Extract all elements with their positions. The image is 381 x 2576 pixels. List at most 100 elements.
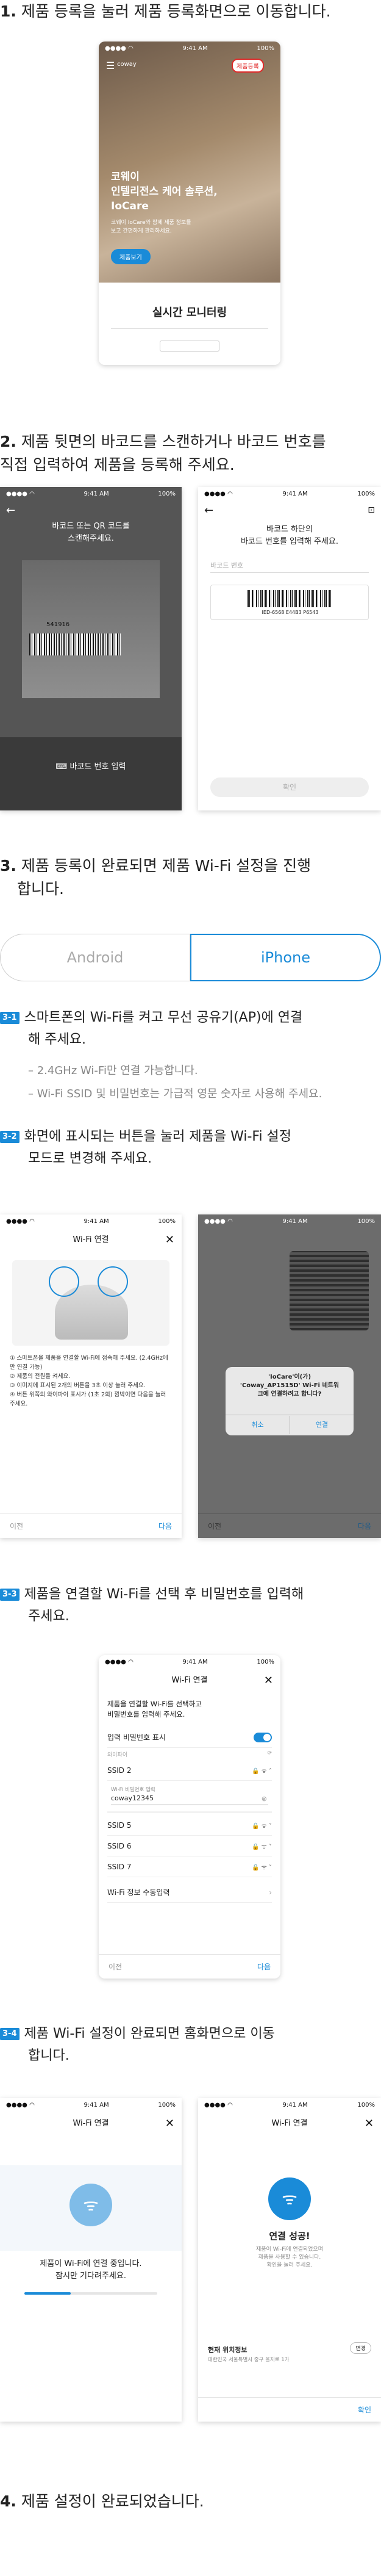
next-button[interactable]: 다음	[257, 1961, 271, 1972]
tab-iphone[interactable]: iPhone	[190, 934, 381, 981]
substep-text-2: 주세요.	[28, 1609, 69, 1624]
phone-wifi-guide-screen: ●●●● ◠ 9:41 AM 100% Wi-Fi 연결 ✕ ① 스마트폰을 제품을 …	[0, 1214, 182, 1538]
wifi-icon: ᯤ	[69, 2184, 112, 2226]
step-text: 제품 등록이 완료되면 제품 Wi-Fi 설정을 진행	[21, 857, 312, 875]
substep-badge: 3-2	[0, 1131, 20, 1143]
hero-image	[99, 41, 280, 283]
wifi-signal-icon: 🔒 ᯤ ˅	[252, 1864, 272, 1871]
prev-button[interactable]: 이전	[10, 1521, 23, 1531]
step-number: 1.	[0, 2, 16, 20]
close-icon[interactable]: ✕	[165, 2112, 174, 2136]
wifi-list-label: 와이파이	[107, 1752, 128, 1758]
change-location-button[interactable]: 변경	[350, 2342, 371, 2354]
input-title-2: 바코드 번호를 입력해 주세요.	[240, 537, 339, 546]
dialog-cancel-button[interactable]: 취소	[226, 1416, 290, 1434]
success-sub-3: 확인을 눌러 주세요.	[266, 2262, 313, 2268]
barcode-number: 541916	[46, 621, 70, 628]
password-input[interactable]: coway12345	[111, 1794, 268, 1805]
substep-text: 제품 Wi-Fi 설정이 완료되면 홈화면으로 이동	[24, 2026, 275, 2041]
substep-text: 스마트폰의 Wi-Fi를 켜고 무선 공유기(AP)에 연결	[24, 1010, 303, 1025]
progress-fill	[24, 2292, 71, 2295]
barcode-example-card: IED-6568 E44B3 P6543	[210, 585, 369, 620]
substep-badge: 3-4	[0, 2028, 20, 2040]
prev-button[interactable]: 이전	[208, 1521, 221, 1531]
manual-input-label: 바코드 번호 입력	[69, 762, 126, 771]
step-number: 4.	[0, 2492, 16, 2510]
location-label: 현재 위치정보	[208, 2346, 247, 2354]
substep-text: 제품을 연결할 Wi-Fi를 선택 후 비밀번호를 입력해	[24, 1587, 304, 1602]
substep-3-3: 3-3 제품을 연결할 Wi-Fi를 선택 후 비밀번호를 입력해주세요.	[0, 1584, 304, 1628]
home-tab-bar[interactable]	[160, 341, 219, 352]
phone-home-screen: ●●●● ◠ 9:41 AM 100% ☰ coway 제품등록 코웨이 인텔리전스…	[99, 41, 280, 365]
note-2-4ghz: – 2.4GHz Wi-Fi만 연결 가능합니다.	[28, 1064, 198, 1077]
dialog-title-3: 크에 연결하려고 합니다?	[257, 1391, 322, 1398]
dialog-title: 'IoCare'이(가)	[268, 1374, 312, 1380]
input-title: 바코드 하단의	[266, 525, 313, 534]
confirm-button[interactable]: 확인	[358, 2405, 371, 2415]
dialog-join-button[interactable]: 연결	[290, 1416, 354, 1434]
next-button[interactable]: 다음	[358, 1521, 371, 1531]
camera-viewfinder: 541916	[22, 560, 160, 698]
guide-item-4: ④ 버튼 위쪽의 와이파이 표시가 (1초 2회) 깜박이면 다음을 눌러 주세…	[10, 1391, 166, 1407]
refresh-icon[interactable]: ⟳	[267, 1750, 272, 1756]
close-icon[interactable]: ✕	[165, 1228, 174, 1252]
section-title: 실시간 모니터링	[152, 306, 227, 319]
substep-text-2: 모드로 변경해 주세요.	[28, 1151, 152, 1166]
next-button[interactable]: 다음	[158, 1521, 172, 1531]
step-2-title: 2. 제품 뒷면의 바코드를 스캔하거나 바코드 번호를 직접 입력하여 제품을 …	[0, 430, 381, 477]
guide-item-3: ③ 이미지에 표시된 2개의 버튼을 3초 이상 눌러 주세요.	[10, 1382, 146, 1389]
barcode-input[interactable]: 바코드 번호	[210, 560, 369, 573]
prev-button[interactable]: 이전	[109, 1961, 122, 1972]
scan-icon[interactable]: ⊡	[368, 505, 375, 515]
close-icon[interactable]: ✕	[264, 1669, 273, 1693]
headline: 인텔리전스 케어 솔루션,	[111, 186, 218, 198]
logo: coway	[117, 61, 137, 68]
ssid-name[interactable]: SSID 5	[107, 1821, 131, 1830]
screen-title: Wi-Fi 연결	[73, 2119, 109, 2128]
back-icon[interactable]: ←	[204, 504, 213, 517]
ssid-name[interactable]: SSID 6	[107, 1842, 131, 1850]
progress-bar	[24, 2292, 157, 2295]
success-sub: 제품이 Wi-Fi에 연결되었으며	[256, 2246, 323, 2253]
substep-text-2: 해 주세요.	[28, 1032, 86, 1047]
view-products-button[interactable]: 제품보기	[111, 249, 151, 264]
manual-wifi-entry[interactable]: Wi-Fi 정보 수동입력	[107, 1887, 170, 1897]
password-label: Wi-Fi 비밀번호 입력	[111, 1787, 155, 1793]
barcode-image	[29, 633, 121, 655]
chevron-right-icon: ›	[269, 1888, 272, 1897]
select-desc: 제품을 연결할 Wi-Fi를 선택하고	[107, 1700, 202, 1708]
ssid-name[interactable]: SSID 7	[107, 1863, 131, 1871]
register-product-button[interactable]: 제품등록	[232, 59, 264, 73]
step-1-title: 1. 제품 등록을 눌러 제품 등록화면으로 이동합니다.	[0, 0, 381, 23]
hero-desc: 코웨이 IoCare와 함께 제품 정보를	[111, 220, 191, 226]
show-password-toggle[interactable]	[254, 1733, 272, 1742]
show-password-label: 입력 비밀번호 표시	[107, 1733, 166, 1742]
connecting-banner: ᯤ	[0, 2165, 182, 2251]
manual-input-button[interactable]: ⌨ 바코드 번호 입력	[0, 760, 182, 771]
clear-icon[interactable]: ⊗	[262, 1795, 267, 1803]
guide-item-2: ② 제품의 전원을 켜세요.	[10, 1373, 71, 1380]
back-icon[interactable]: ←	[6, 504, 15, 517]
wifi-signal-icon: 🔒 ᯤ ˅	[252, 1822, 272, 1830]
phone-wifi-success-screen: ●●●● ◠ 9:41 AM 100% Wi-Fi 연결 ✕ ᯤ 연결 성공! 제품이…	[198, 2098, 381, 2422]
scan-guide: 바코드 또는 QR 코드를	[52, 522, 130, 531]
brand-name: 코웨이	[111, 171, 140, 183]
phone-wifi-connecting-screen: ●●●● ◠ 9:41 AM 100% Wi-Fi 연결 ✕ ᯤ 제품이 Wi-Fi에…	[0, 2098, 182, 2422]
ssid-name: SSID 2	[107, 1766, 132, 1775]
confirm-button[interactable]: 확인	[210, 777, 369, 797]
step-text: 제품 등록을 눌러 제품 등록화면으로 이동합니다.	[21, 2, 331, 20]
connecting-message-2: 잠시만 기다려주세요.	[55, 2271, 126, 2281]
substep-badge: 3-3	[0, 1589, 20, 1601]
tab-android[interactable]: Android	[0, 934, 190, 981]
substep-text-2: 합니다.	[28, 2048, 69, 2063]
step-text: 제품 뒷면의 바코드를 스캔하거나 바코드 번호를	[21, 433, 326, 450]
barcode-graphic	[247, 590, 333, 607]
menu-icon[interactable]: ☰	[106, 60, 115, 71]
phone-wifi-dialog-screen: ●●●● ◠ 9:41 AM 100% 'IoCare'이(가) 'Coway_AP…	[198, 1214, 381, 1538]
scan-guide-2: 스캔해주세요.	[68, 534, 114, 543]
wifi-icon: ᯤ	[268, 2177, 311, 2220]
phone-wifi-select-screen: ●●●● ◠ 9:41 AM 100% Wi-Fi 연결 ✕ 제품을 연결할 Wi-F…	[99, 1655, 280, 1979]
close-icon[interactable]: ✕	[365, 2112, 374, 2136]
phone-barcode-input-screen: ●●●● ◠ 9:41 AM 100% ← ⊡ 바코드 하단의 바코드 번호를 입력…	[198, 487, 381, 810]
phone-scan-screen: ●●●● ◠ 9:41 AM 100% ← 바코드 또는 QR 코드를 스캔해주세요…	[0, 487, 182, 810]
